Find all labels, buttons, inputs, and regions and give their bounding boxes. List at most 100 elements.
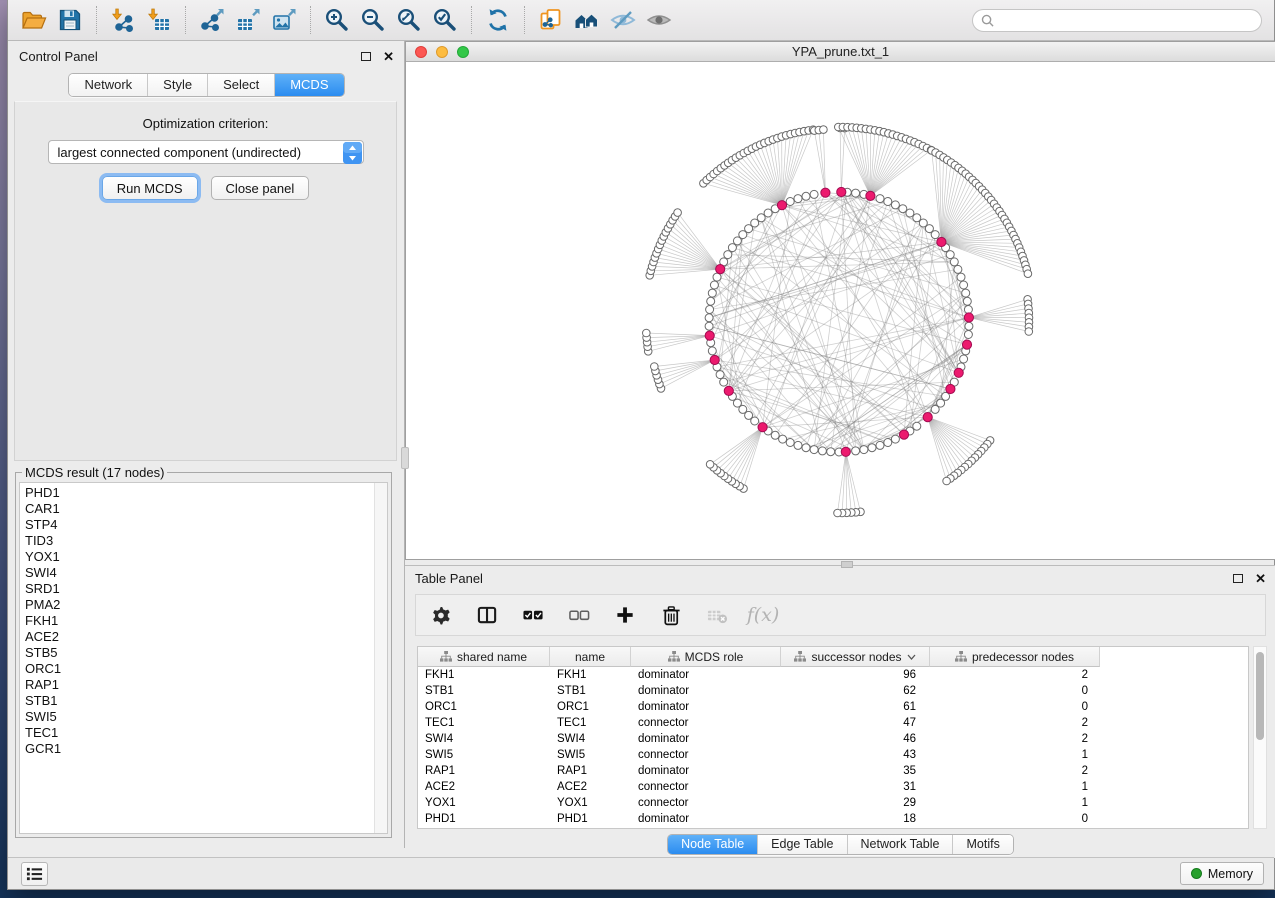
graph-node[interactable] — [786, 198, 794, 206]
tab-edge-table[interactable]: Edge Table — [757, 835, 846, 854]
zoom-fit-content-button[interactable] — [391, 4, 427, 36]
table-cell[interactable]: STB1 — [418, 683, 550, 699]
graph-dominator-node[interactable] — [837, 187, 846, 196]
graph-node[interactable] — [834, 509, 842, 517]
mcds-result-item[interactable]: STB1 — [25, 693, 371, 709]
graph-node[interactable] — [708, 347, 716, 355]
table-cell[interactable]: ACE2 — [550, 779, 631, 795]
graph-node[interactable] — [962, 289, 970, 297]
graph-node[interactable] — [860, 446, 868, 454]
graph-node[interactable] — [706, 461, 714, 469]
run-mcds-button[interactable]: Run MCDS — [102, 176, 198, 200]
graph-node[interactable] — [950, 258, 958, 266]
table-cell[interactable]: 0 — [930, 683, 1100, 699]
table-row[interactable]: RAP1RAP1dominator352 — [418, 763, 1248, 779]
graph-dominator-node[interactable] — [716, 265, 725, 274]
table-cell[interactable]: 47 — [781, 715, 930, 731]
table-row[interactable]: SWI4SWI4dominator462 — [418, 731, 1248, 747]
table-row[interactable]: STB1STB1dominator620 — [418, 683, 1248, 699]
mcds-result-item[interactable]: SWI5 — [25, 709, 371, 725]
graph-node[interactable] — [960, 355, 968, 363]
graph-node[interactable] — [964, 331, 972, 339]
table-cell[interactable]: 35 — [781, 763, 930, 779]
graph-dominator-node[interactable] — [710, 355, 719, 364]
clone-network-button[interactable] — [533, 4, 569, 36]
table-cell[interactable]: SWI5 — [550, 747, 631, 763]
network-graph[interactable] — [406, 62, 1275, 559]
graph-node[interactable] — [802, 444, 810, 452]
table-cell[interactable]: 96 — [781, 667, 930, 683]
graph-dominator-node[interactable] — [821, 188, 830, 197]
graph-node[interactable] — [674, 209, 682, 217]
table-row[interactable]: YOX1YOX1connector291 — [418, 795, 1248, 811]
graph-dominator-node[interactable] — [964, 313, 973, 322]
close-panel-icon[interactable]: ✕ — [383, 50, 394, 63]
table-scrollbar[interactable] — [1253, 646, 1267, 829]
graph-dominator-node[interactable] — [758, 423, 767, 432]
graph-node[interactable] — [931, 231, 939, 239]
table-row[interactable]: ACE2ACE2connector311 — [418, 779, 1248, 795]
mcds-result-item[interactable]: TID3 — [25, 533, 371, 549]
table-cell[interactable]: RAP1 — [550, 763, 631, 779]
tab-network[interactable]: Network — [69, 74, 147, 96]
graph-node[interactable] — [708, 289, 716, 297]
table-cell[interactable]: 2 — [930, 715, 1100, 731]
table-cell[interactable]: 0 — [930, 699, 1100, 715]
table-cell[interactable]: 61 — [781, 699, 930, 715]
graph-node[interactable] — [724, 251, 732, 259]
graph-node[interactable] — [827, 448, 835, 456]
table-cell[interactable]: dominator — [631, 699, 781, 715]
open-file-button[interactable] — [16, 4, 52, 36]
tab-select[interactable]: Select — [207, 74, 274, 96]
mcds-result-item[interactable]: STP4 — [25, 517, 371, 533]
delete-entry-button[interactable] — [658, 602, 684, 628]
table-cell[interactable]: ORC1 — [550, 699, 631, 715]
table-row[interactable]: SWI5SWI5connector431 — [418, 747, 1248, 763]
graph-node[interactable] — [810, 446, 818, 454]
table-cell[interactable]: connector — [631, 779, 781, 795]
graph-node[interactable] — [794, 441, 802, 449]
graph-node[interactable] — [705, 322, 713, 330]
graph-node[interactable] — [852, 447, 860, 455]
table-row[interactable]: PHD1PHD1dominator180 — [418, 811, 1248, 827]
table-cell[interactable]: RAP1 — [418, 763, 550, 779]
graph-node[interactable] — [954, 265, 962, 273]
graph-node[interactable] — [965, 322, 973, 330]
zoom-in-button[interactable] — [319, 4, 355, 36]
graph-node[interactable] — [707, 297, 715, 305]
toggle-columns-button[interactable] — [474, 602, 500, 628]
graph-node[interactable] — [957, 273, 965, 281]
tab-node-table[interactable]: Node Table — [668, 835, 757, 854]
task-history-button[interactable] — [21, 862, 48, 886]
table-row[interactable]: TEC1TEC1connector472 — [418, 715, 1248, 731]
table-cell[interactable]: STB1 — [550, 683, 631, 699]
table-cell[interactable]: 2 — [930, 731, 1100, 747]
column-header-predecessor-nodes[interactable]: predecessor nodes — [930, 647, 1100, 667]
graph-node[interactable] — [643, 329, 651, 337]
graph-node[interactable] — [946, 251, 954, 259]
column-header-name[interactable]: name — [550, 647, 631, 667]
table-cell[interactable]: 0 — [930, 811, 1100, 827]
graph-dominator-node[interactable] — [866, 191, 875, 200]
table-cell[interactable]: 62 — [781, 683, 930, 699]
graph-node[interactable] — [891, 201, 899, 209]
graph-node[interactable] — [1024, 270, 1032, 278]
close-table-panel-icon[interactable]: ✕ — [1255, 572, 1266, 585]
graph-node[interactable] — [876, 195, 884, 203]
table-cell[interactable]: FKH1 — [550, 667, 631, 683]
table-cell[interactable]: FKH1 — [418, 667, 550, 683]
table-cell[interactable]: SWI4 — [550, 731, 631, 747]
first-neighbors-button[interactable] — [569, 4, 605, 36]
mcds-result-item[interactable]: CAR1 — [25, 501, 371, 517]
table-cell[interactable]: dominator — [631, 731, 781, 747]
graph-dominator-node[interactable] — [923, 413, 932, 422]
graph-node[interactable] — [779, 435, 787, 443]
search-input[interactable] — [999, 14, 1261, 28]
memory-button[interactable]: Memory — [1180, 862, 1264, 885]
table-cell[interactable]: connector — [631, 795, 781, 811]
save-session-button[interactable] — [52, 4, 88, 36]
graph-node[interactable] — [913, 422, 921, 430]
table-cell[interactable]: connector — [631, 747, 781, 763]
graph-node[interactable] — [891, 435, 899, 443]
export-table-button[interactable] — [230, 4, 266, 36]
